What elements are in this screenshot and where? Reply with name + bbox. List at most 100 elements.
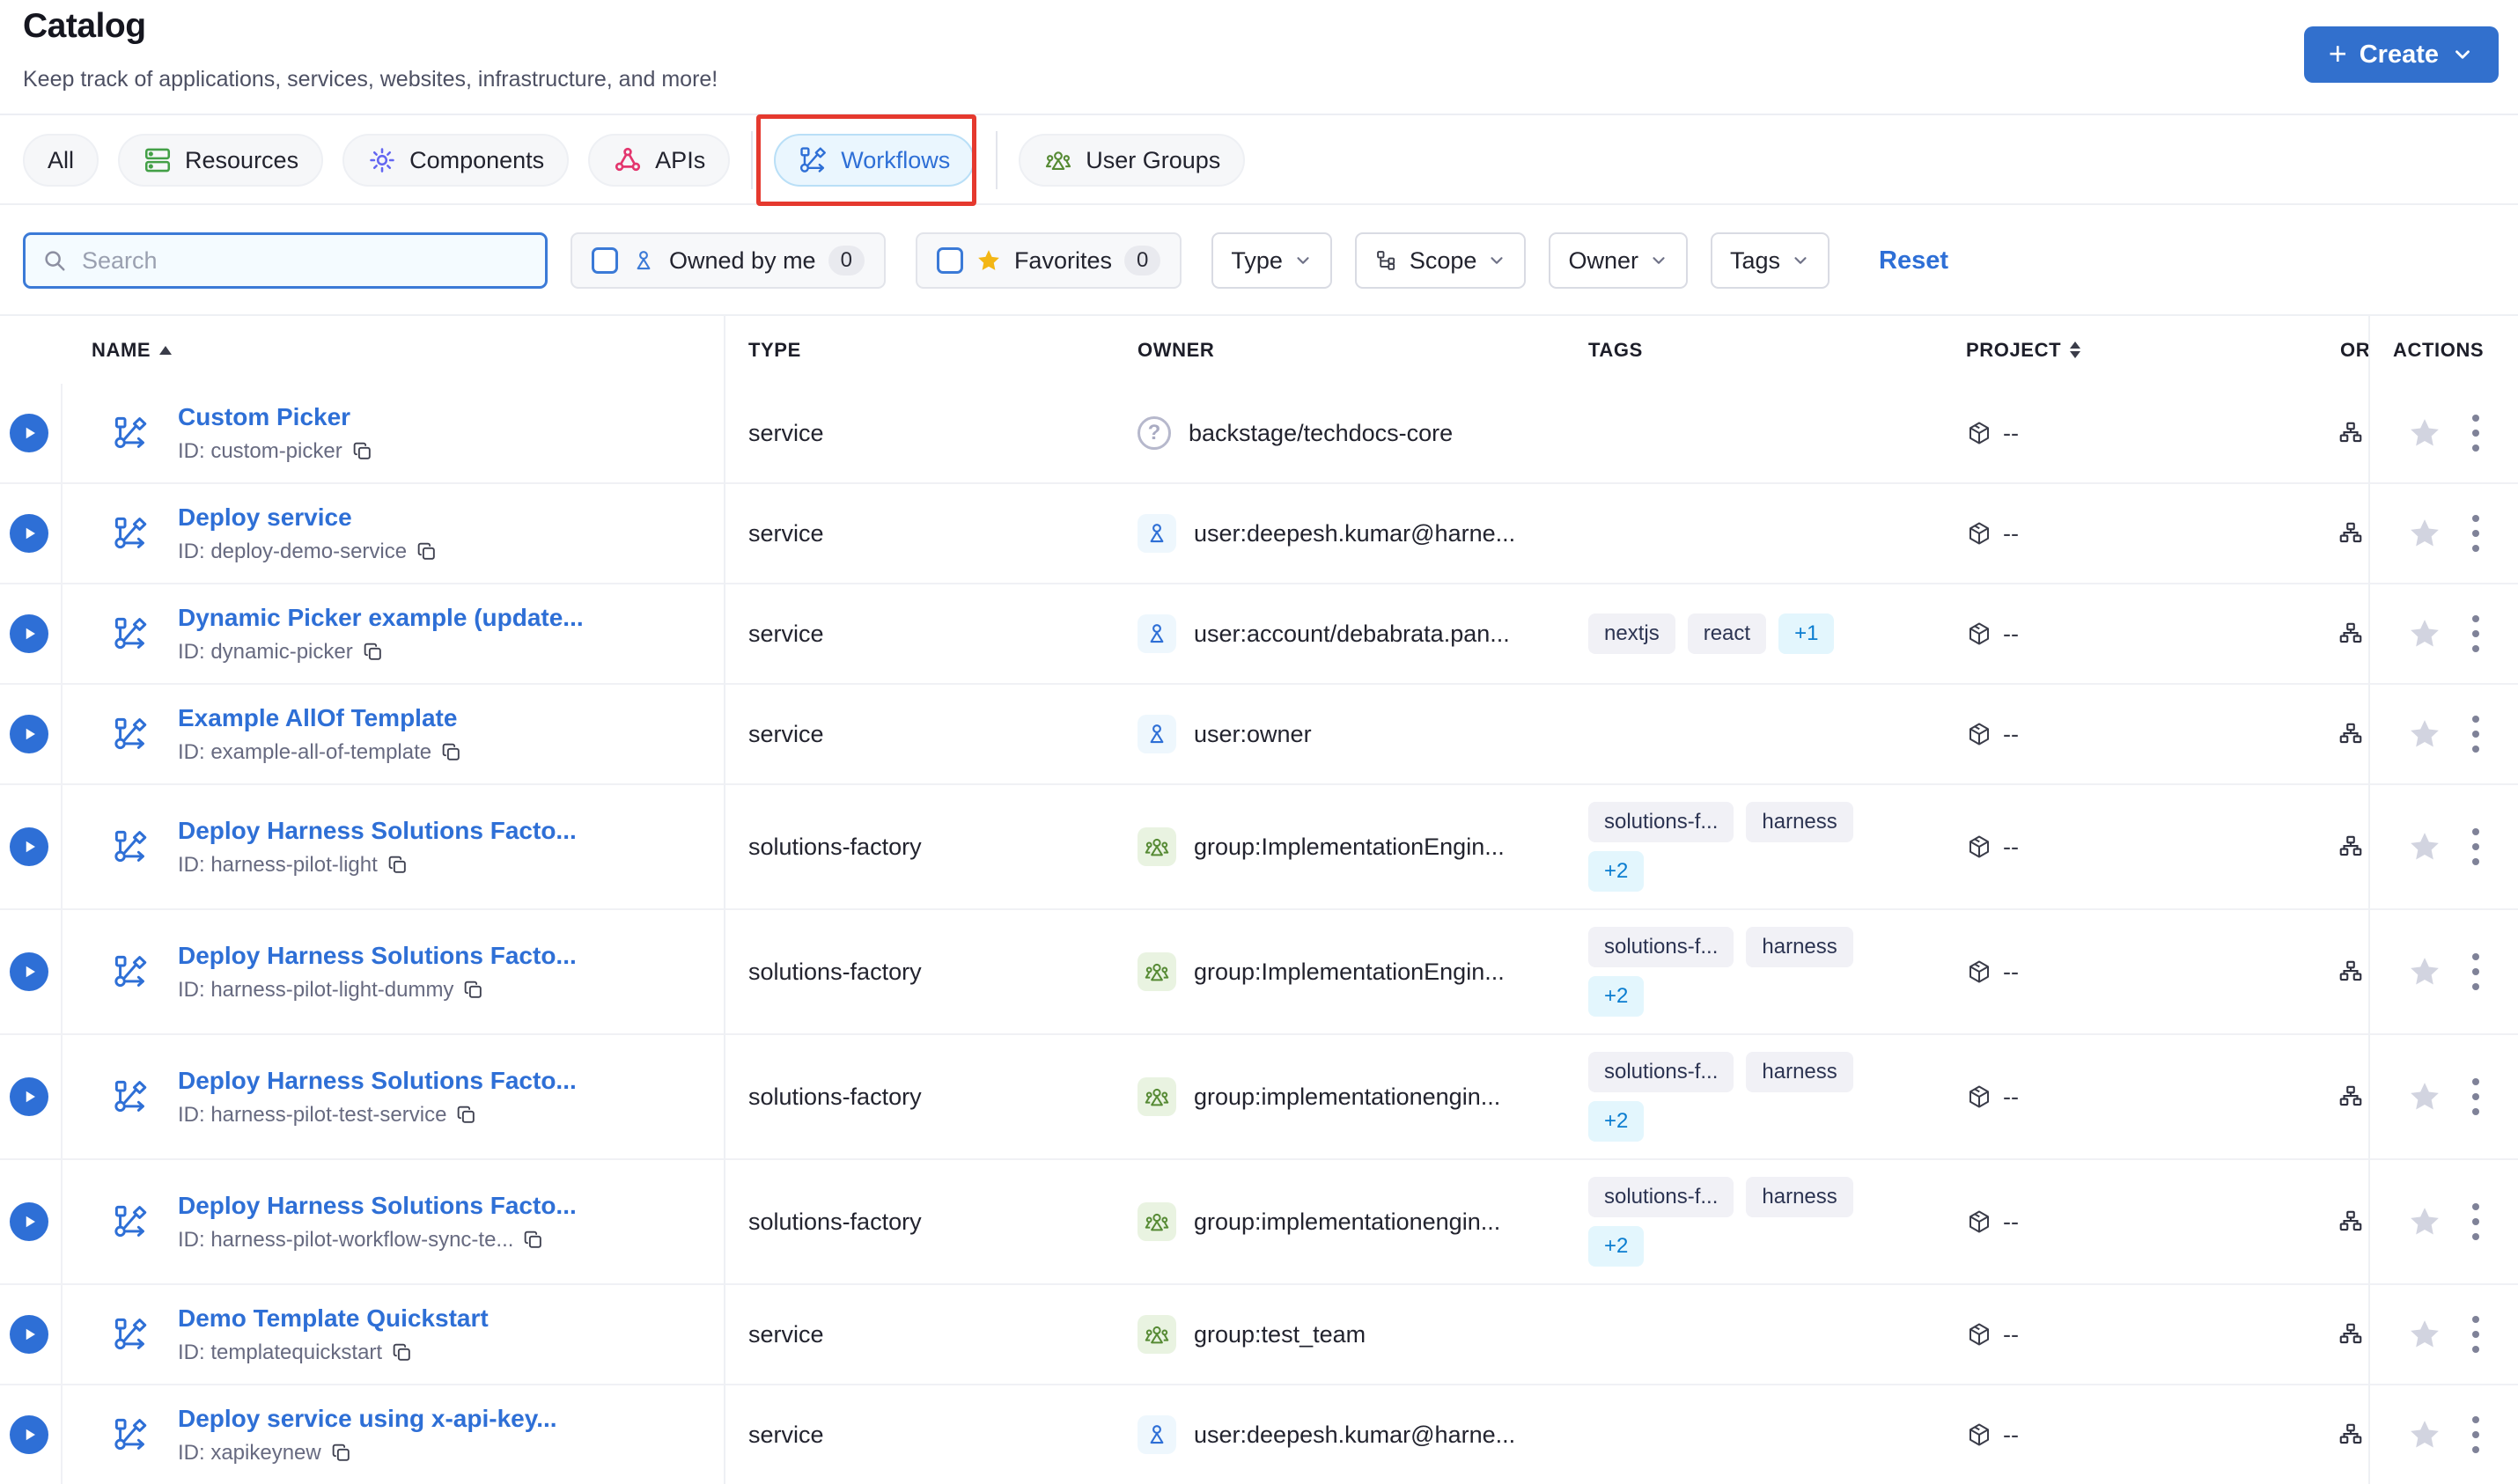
dropdown-label: Type <box>1231 246 1283 274</box>
copy-icon[interactable] <box>391 1341 413 1363</box>
filter-dropdown-scope[interactable]: Scope <box>1354 232 1527 289</box>
copy-icon[interactable] <box>462 979 484 1001</box>
entity-name-link[interactable]: Custom Picker <box>178 403 350 430</box>
search-input[interactable] <box>80 246 529 275</box>
favorite-star-button[interactable] <box>2407 1204 2442 1239</box>
filter-toggle-favorites[interactable]: Favorites 0 <box>915 232 1182 289</box>
execute-workflow-button[interactable] <box>10 1315 48 1354</box>
tab-components[interactable]: Components <box>342 134 570 187</box>
execute-workflow-button[interactable] <box>10 1415 48 1454</box>
entity-name-link[interactable]: Deploy service using x-api-key... <box>178 1405 557 1432</box>
execute-workflow-button[interactable] <box>10 1077 48 1116</box>
filter-dropdown-tags[interactable]: Tags <box>1710 232 1830 289</box>
column-header-tags: TAGS <box>1588 338 1643 361</box>
copy-icon[interactable] <box>440 741 462 763</box>
tab-workflows[interactable]: Workflows <box>774 134 976 187</box>
org-hierarchy-icon[interactable] <box>2338 1084 2364 1110</box>
row-menu-button[interactable] <box>2469 1312 2483 1356</box>
reset-filters-link[interactable]: Reset <box>1879 246 1948 275</box>
checkbox[interactable] <box>936 247 963 274</box>
favorite-star-button[interactable] <box>2407 1417 2442 1452</box>
copy-icon[interactable] <box>522 1229 544 1251</box>
filter-dropdown-owner[interactable]: Owner <box>1549 232 1688 289</box>
copy-icon[interactable] <box>330 1442 352 1464</box>
entity-name-link[interactable]: Demo Template Quickstart <box>178 1304 489 1332</box>
tab-user-groups[interactable]: User Groups <box>1019 134 1246 187</box>
entity-name-link[interactable]: Deploy Harness Solutions Facto... <box>178 1192 577 1219</box>
favorite-star-button[interactable] <box>2407 1317 2442 1352</box>
favorite-star-button[interactable] <box>2407 954 2442 989</box>
more-tags-chip[interactable]: +1 <box>1778 613 1835 654</box>
favorite-star-button[interactable] <box>2407 1079 2442 1114</box>
entity-name-link[interactable]: Deploy Harness Solutions Facto... <box>178 817 577 844</box>
column-divider <box>724 316 725 1484</box>
workflow-icon <box>113 828 150 865</box>
execute-workflow-button[interactable] <box>10 414 48 452</box>
row-menu-button[interactable] <box>2469 511 2483 555</box>
copy-icon[interactable] <box>362 641 384 663</box>
play-icon <box>18 723 40 746</box>
table-header-row: NAME TYPE OWNER TAGS PROJECT OR ACTIONS <box>0 316 2518 384</box>
row-menu-button[interactable] <box>2469 950 2483 994</box>
more-tags-chip[interactable]: +2 <box>1588 976 1645 1017</box>
entity-name-link[interactable]: Deploy service <box>178 503 352 531</box>
more-tags-chip[interactable]: +2 <box>1588 851 1645 892</box>
entity-id: ID: dynamic-picker <box>178 639 353 664</box>
tab-apis[interactable]: APIs <box>588 134 731 187</box>
more-tags-chip[interactable]: +2 <box>1588 1226 1645 1267</box>
org-hierarchy-icon[interactable] <box>2338 520 2364 547</box>
entity-name-link[interactable]: Deploy Harness Solutions Facto... <box>178 1067 577 1094</box>
column-header-name[interactable]: NAME <box>61 339 724 362</box>
org-hierarchy-icon[interactable] <box>2338 420 2364 446</box>
row-menu-button[interactable] <box>2469 1413 2483 1457</box>
entity-type: solutions-factory <box>748 1083 922 1110</box>
org-hierarchy-icon[interactable] <box>2338 1321 2364 1348</box>
entity-name-link[interactable]: Deploy Harness Solutions Facto... <box>178 942 577 969</box>
copy-icon[interactable] <box>351 440 373 462</box>
execute-workflow-button[interactable] <box>10 1202 48 1241</box>
row-menu-button[interactable] <box>2469 411 2483 455</box>
create-button[interactable]: + Create <box>2303 26 2499 83</box>
copy-icon[interactable] <box>387 854 409 876</box>
catalog-kind-tabs: All Resources Components APIs Workflows User … <box>0 114 2518 206</box>
row-menu-button[interactable] <box>2469 1200 2483 1244</box>
execute-workflow-button[interactable] <box>10 952 48 991</box>
org-hierarchy-icon[interactable] <box>2338 959 2364 985</box>
search-box[interactable] <box>23 232 548 289</box>
favorite-star-button[interactable] <box>2407 516 2442 551</box>
org-hierarchy-icon[interactable] <box>2338 621 2364 647</box>
execute-workflow-button[interactable] <box>10 514 48 553</box>
favorite-star-button[interactable] <box>2407 829 2442 864</box>
filter-toggle-owned-by-me[interactable]: Owned by me 0 <box>571 232 886 289</box>
org-hierarchy-icon[interactable] <box>2338 1209 2364 1235</box>
entity-type: service <box>748 1320 824 1348</box>
execute-workflow-button[interactable] <box>10 827 48 866</box>
org-hierarchy-icon[interactable] <box>2338 721 2364 747</box>
execute-workflow-button[interactable] <box>10 614 48 653</box>
user-icon <box>1138 1415 1176 1454</box>
project-value: -- <box>2003 1320 2019 1348</box>
entity-name-link[interactable]: Example AllOf Template <box>178 704 457 731</box>
execute-workflow-button[interactable] <box>10 715 48 753</box>
tab-resources[interactable]: Resources <box>118 134 324 187</box>
copy-icon[interactable] <box>455 1104 477 1126</box>
org-hierarchy-icon[interactable] <box>2338 834 2364 860</box>
more-tags-chip[interactable]: +2 <box>1588 1101 1645 1142</box>
row-menu-button[interactable] <box>2469 612 2483 656</box>
filter-dropdown-type[interactable]: Type <box>1211 232 1332 289</box>
favorite-star-button[interactable] <box>2407 616 2442 651</box>
favorite-star-button[interactable] <box>2407 716 2442 752</box>
project-cube-icon <box>1966 1209 1992 1235</box>
column-header-project[interactable]: PROJECT <box>1959 339 2324 362</box>
row-menu-button[interactable] <box>2469 825 2483 869</box>
checkbox[interactable] <box>592 247 618 274</box>
org-hierarchy-icon[interactable] <box>2338 1422 2364 1448</box>
dropdown-label: Scope <box>1409 246 1477 274</box>
tab-all[interactable]: All <box>23 134 99 187</box>
entity-type: service <box>748 720 824 747</box>
row-menu-button[interactable] <box>2469 712 2483 756</box>
entity-name-link[interactable]: Dynamic Picker example (update... <box>178 604 584 631</box>
copy-icon[interactable] <box>416 540 438 562</box>
favorite-star-button[interactable] <box>2407 415 2442 451</box>
row-menu-button[interactable] <box>2469 1075 2483 1119</box>
